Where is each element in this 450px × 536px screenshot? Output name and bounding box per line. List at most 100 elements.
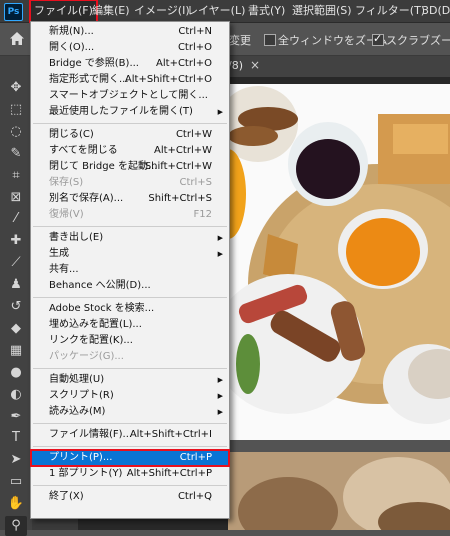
- menu-separator: [33, 368, 227, 369]
- type-icon[interactable]: T: [5, 428, 27, 448]
- menu-item[interactable]: 閉じる(C) Ctrl+W: [31, 127, 229, 143]
- home-icon[interactable]: [9, 31, 25, 46]
- gradient-icon[interactable]: ▦: [5, 341, 27, 361]
- tools-panel: ✥ ⬚ ◌ ✎ ⌗ ⊠ ⁄ ✚ ⟋ ♟ ↺ ◆ ▦ ● ◐ ✒ T ➤ ▭ ✋ ⚲: [0, 56, 33, 536]
- scrubby-zoom-label: スクラブズーム: [386, 34, 450, 47]
- menu-item[interactable]: 新規(N)... Ctrl+N: [31, 24, 229, 40]
- dodge-icon[interactable]: ◐: [5, 385, 27, 405]
- menu-item[interactable]: スマートオブジェクトとして開く...: [31, 88, 229, 104]
- menu-item[interactable]: 指定形式で開く... Alt+Shift+Ctrl+O: [31, 72, 229, 88]
- menu-item-label: 共有...: [49, 264, 79, 275]
- menu-item-shortcut: Shift+Ctrl+W: [144, 161, 212, 172]
- menu-item-label: 最近使用したファイルを開く(T): [49, 106, 193, 117]
- menu-item[interactable]: 別名で保存(A)... Shift+Ctrl+S: [31, 191, 229, 207]
- menu-item-label: パッケージ(G)...: [49, 351, 124, 362]
- menu-item-label: 自動処理(U): [49, 374, 105, 385]
- close-icon[interactable]: ×: [250, 58, 260, 72]
- menu-item[interactable]: リンクを配置(K)...: [31, 333, 229, 349]
- menu-item-label: 1 部プリント(Y): [49, 468, 123, 479]
- menu-item-shortcut: Ctrl+P: [179, 452, 212, 463]
- submenu-arrow-icon: ▶: [217, 108, 223, 116]
- eyedropper-icon[interactable]: ⁄: [5, 209, 27, 229]
- menu-item-label: 新規(N)...: [49, 26, 94, 37]
- menu-item[interactable]: 開く(O)... Ctrl+O: [31, 40, 229, 56]
- submenu-arrow-icon: ▶: [217, 250, 223, 258]
- menu-item-shortcut: Shift+Ctrl+S: [148, 193, 212, 204]
- menu-item[interactable]: 1 部プリント(Y) Alt+Shift+Ctrl+P: [31, 466, 229, 482]
- menu-item-shortcut: F12: [193, 209, 212, 220]
- menu-item-label: 生成: [49, 248, 69, 259]
- menu-item[interactable]: Behance へ公開(D)...: [31, 278, 229, 294]
- document-tab-label: /8): [228, 59, 243, 72]
- menu-item[interactable]: 生成 ▶: [31, 246, 229, 262]
- menu-filter[interactable]: フィルター(T): [353, 0, 427, 22]
- eraser-icon[interactable]: ◆: [5, 319, 27, 339]
- brush-icon[interactable]: ⟋: [5, 253, 27, 273]
- menu-file[interactable]: ファイル(F): [29, 0, 98, 23]
- move-icon[interactable]: ✥: [5, 78, 27, 98]
- menu-separator: [33, 297, 227, 298]
- menu-item-print[interactable]: プリント(P)... Ctrl+P: [30, 449, 230, 467]
- menu-item[interactable]: 共有...: [31, 262, 229, 278]
- pen-icon[interactable]: ✒: [5, 407, 27, 427]
- menu-separator: [33, 226, 227, 227]
- menu-item-shortcut: Alt+Shift+Ctrl+O: [124, 74, 212, 85]
- menu-item[interactable]: 終了(X) Ctrl+Q: [31, 489, 229, 505]
- menu-type[interactable]: 書式(Y): [246, 0, 287, 22]
- history-brush-icon[interactable]: ↺: [5, 297, 27, 317]
- menu-item-label: スマートオブジェクトとして開く...: [49, 90, 208, 101]
- menu-item[interactable]: Bridge で参照(B)... Alt+Ctrl+O: [31, 56, 229, 72]
- crop-icon[interactable]: ⌗: [5, 166, 27, 186]
- path-select-icon[interactable]: ➤: [5, 450, 27, 470]
- menu-item-label: プリント(P)...: [49, 452, 113, 463]
- menu-item-shortcut: Ctrl+W: [175, 129, 212, 140]
- menu-item[interactable]: ファイル情報(F)... Alt+Shift+Ctrl+I: [31, 427, 229, 443]
- menu-item[interactable]: 自動処理(U) ▶: [31, 372, 229, 388]
- blur-icon[interactable]: ●: [5, 363, 27, 383]
- menu-item-label: 書き出し(E): [49, 232, 104, 243]
- breakfast-photo: [228, 84, 450, 440]
- menu-item-label: 別名で保存(A)...: [49, 193, 124, 204]
- menu-item-label: スクリプト(R): [49, 390, 114, 401]
- menu-item[interactable]: スクリプト(R) ▶: [31, 388, 229, 404]
- lasso-icon[interactable]: ◌: [5, 122, 27, 142]
- frame-icon[interactable]: ⊠: [5, 188, 27, 208]
- menu-edit[interactable]: 編集(E): [90, 0, 132, 22]
- zoom-all-windows-checkbox[interactable]: [264, 34, 276, 46]
- menu-image[interactable]: イメージ(I): [132, 0, 192, 22]
- scrubby-zoom-checkbox[interactable]: [372, 32, 384, 46]
- menu-item[interactable]: すべてを閉じる Alt+Ctrl+W: [31, 143, 229, 159]
- menu-select[interactable]: 選択範囲(S): [290, 0, 354, 22]
- stamp-icon[interactable]: ♟: [5, 275, 27, 295]
- resize-option-label: 変更: [229, 34, 251, 47]
- menu-item-shortcut: Ctrl+O: [177, 42, 212, 53]
- second-photo: [228, 452, 450, 530]
- menu-item-shortcut: Alt+Ctrl+W: [154, 145, 212, 156]
- quick-select-icon[interactable]: ✎: [5, 144, 27, 164]
- menu-item[interactable]: 読み込み(M) ▶: [31, 404, 229, 420]
- menu-item-label: 復帰(V): [49, 209, 84, 220]
- menu-3d[interactable]: 3D(D): [420, 0, 450, 22]
- menu-item-label: 指定形式で開く...: [49, 74, 129, 85]
- menu-item[interactable]: 閉じて Bridge を起動... Shift+Ctrl+W: [31, 159, 229, 175]
- healing-icon[interactable]: ✚: [5, 231, 27, 251]
- marquee-icon[interactable]: ⬚: [5, 100, 27, 120]
- hand-icon[interactable]: ✋: [5, 494, 27, 514]
- submenu-arrow-icon: ▶: [217, 234, 223, 242]
- menu-item-label: 埋め込みを配置(L)...: [49, 319, 142, 330]
- menu-bar: Ps ファイル(F) 編集(E) イメージ(I) レイヤー(L) 書式(Y) 選…: [0, 0, 450, 23]
- menu-item-shortcut: Alt+Shift+Ctrl+I: [129, 429, 212, 440]
- menu-item-label: 閉じて Bridge を起動...: [49, 161, 158, 172]
- menu-separator: [33, 423, 227, 424]
- document-tab[interactable]: /8) ×: [228, 56, 450, 78]
- submenu-arrow-icon: ▶: [217, 376, 223, 384]
- menu-layer[interactable]: レイヤー(L): [185, 0, 247, 22]
- zoom-icon[interactable]: ⚲: [5, 516, 27, 536]
- menu-item[interactable]: Adobe Stock を検索...: [31, 301, 229, 317]
- menu-item[interactable]: 書き出し(E) ▶: [31, 230, 229, 246]
- menu-item-label: 終了(X): [49, 491, 84, 502]
- menu-item: パッケージ(G)...: [31, 349, 229, 365]
- menu-item[interactable]: 埋め込みを配置(L)...: [31, 317, 229, 333]
- rectangle-icon[interactable]: ▭: [5, 472, 27, 492]
- menu-item[interactable]: 最近使用したファイルを開く(T) ▶: [31, 104, 229, 120]
